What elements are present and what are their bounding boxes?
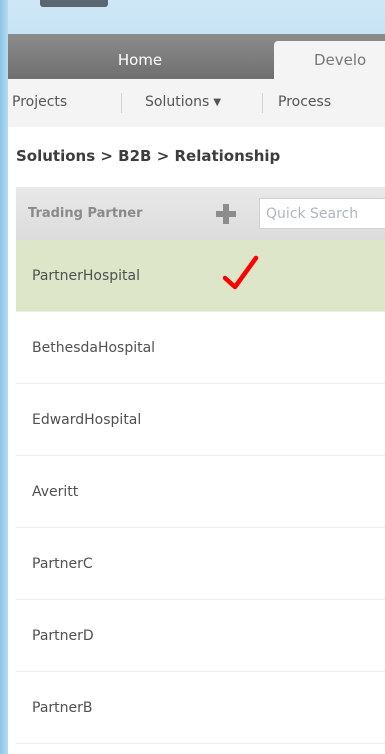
caret-down-icon: ▼ — [213, 97, 222, 108]
breadcrumb: Solutions > B2B > Relationship — [8, 127, 385, 187]
partner-name: PartnerB — [32, 700, 93, 716]
subnav-process[interactable]: Process — [278, 79, 331, 127]
panel-header: Trading Partner — [16, 187, 385, 240]
partner-name: PartnerD — [32, 628, 94, 644]
partner-row[interactable]: PartnerC — [16, 528, 385, 600]
partner-name: PartnerC — [32, 556, 93, 572]
subnav-solutions-label: Solutions — [145, 94, 210, 110]
tab-develop[interactable]: Develo — [274, 41, 385, 79]
subnav-divider — [262, 93, 263, 113]
partner-row[interactable]: Averitt — [16, 456, 385, 528]
logo-fragment — [40, 0, 108, 7]
red-checkmark-icon — [223, 255, 259, 290]
partner-row[interactable]: PartnerB — [16, 672, 385, 744]
subnav-solutions[interactable]: Solutions ▼ — [145, 79, 221, 127]
subnav-projects[interactable]: Projects — [12, 79, 67, 127]
tab-home[interactable]: Home — [8, 41, 272, 79]
app-window: Home Develo Projects Solutions ▼ Process … — [8, 34, 385, 754]
quick-search-input[interactable] — [259, 198, 385, 229]
main-tab-bar: Home Develo — [8, 34, 385, 79]
panel-title: Trading Partner — [28, 206, 143, 221]
partner-name: PartnerHospital — [32, 268, 141, 284]
subnav-divider — [121, 93, 122, 113]
partner-name: Averitt — [32, 484, 79, 500]
partner-row[interactable]: BethesdaHospital — [16, 312, 385, 384]
partner-row-selected[interactable]: PartnerHospital — [16, 240, 385, 312]
partner-list: PartnerHospital BethesdaHospital EdwardH… — [16, 240, 385, 744]
partner-row[interactable]: PartnerD — [16, 600, 385, 672]
subnav-process-label: Process — [278, 94, 332, 110]
window-edge-shadow — [0, 0, 8, 754]
partner-name: EdwardHospital — [32, 412, 142, 428]
trading-partner-panel: Trading Partner PartnerHospital Bethesda… — [16, 187, 385, 754]
plus-icon[interactable] — [216, 204, 236, 224]
sub-navigation: Projects Solutions ▼ Process — [8, 79, 385, 128]
subnav-projects-label: Projects — [12, 94, 68, 110]
partner-row[interactable]: EdwardHospital — [16, 384, 385, 456]
partner-name: BethesdaHospital — [32, 340, 156, 356]
